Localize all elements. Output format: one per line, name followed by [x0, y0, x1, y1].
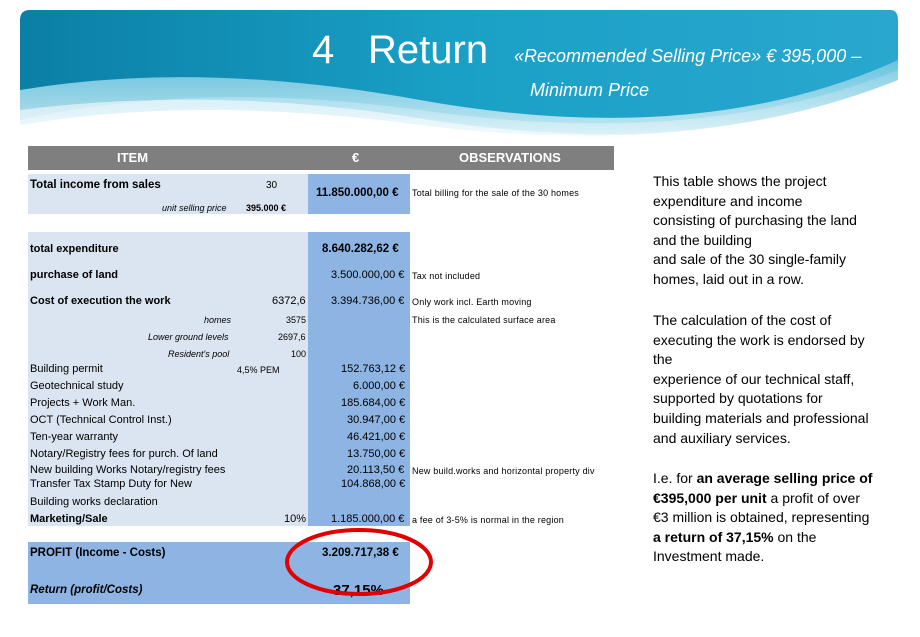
note-text: on the	[773, 528, 817, 545]
return-label: Return (profit/Costs)	[30, 584, 143, 596]
land-obs: Tax not included	[412, 271, 481, 281]
note-text: I.e. for	[653, 470, 697, 486]
header-item: ITEM	[117, 150, 149, 165]
note-text: a profit of over	[766, 489, 861, 506]
expenditure-value: 8.640.282,62 €	[322, 243, 399, 255]
note-bold: a return of 37,15%	[653, 528, 774, 545]
income-label: Total income from sales	[30, 179, 161, 191]
note-line: building materials and professional	[653, 409, 869, 426]
income-units: 30	[266, 180, 278, 191]
item-label-7: Transfer Tax Stamp Duty for New	[30, 478, 192, 490]
item-note-0: 4,5% PEM	[237, 365, 280, 375]
sub-homes-qty: 3575	[286, 315, 307, 325]
marketing-obs: a fee of 3-5% is normal in the region	[412, 515, 564, 525]
unit-price-value: 395.000 €	[246, 203, 287, 213]
item-label-8: Building works declaration	[30, 496, 158, 508]
sub-lower-label: Lower ground levels	[148, 332, 229, 342]
item-value-2: 185.684,00 €	[341, 397, 406, 409]
sub-lower-qty: 2697,6	[278, 332, 306, 342]
note-line: The calculation of the cost of	[653, 312, 832, 328]
note-line: €395,000 per unit a profit of over	[653, 489, 903, 509]
item-label-0: Building permit	[30, 363, 103, 375]
title-subtitle-line2: Minimum Price	[530, 80, 650, 100]
note-paragraph-1: This table shows the project expenditure…	[653, 172, 903, 290]
item-label-4: Ten-year warranty	[30, 431, 119, 443]
item-label-1: Geotechnical study	[30, 380, 124, 392]
item-obs-6: New build.works and horizontal property …	[412, 466, 595, 476]
land-value: 3.500.000,00 €	[331, 269, 405, 281]
item-value-0: 152.763,12 €	[341, 363, 406, 375]
header-euro: €	[352, 150, 360, 165]
note-line: executing the work is endorsed by	[653, 331, 865, 348]
note-line: a return of 37,15% on the	[653, 528, 903, 548]
title-banner	[20, 10, 898, 147]
note-line: This table shows the project	[653, 173, 827, 189]
item-value-3: 30.947,00 €	[347, 414, 406, 426]
item-value-7: 104.868,00 €	[341, 478, 406, 490]
title-subtitle-line1: «Recommended Selling Price» € 395,000 –	[514, 46, 862, 66]
item-label-3: OCT (Technical Control Inst.)	[30, 414, 172, 426]
highlight-ellipse	[285, 528, 433, 596]
item-label-6: New building Works Notary/registry fees	[30, 464, 226, 476]
marketing-value: 1.185.000,00 €	[331, 513, 405, 525]
execution-obs: Only work incl. Earth moving	[412, 297, 532, 307]
execution-value: 3.394.736,00 €	[331, 295, 405, 307]
note-line: experience of our technical staff,	[653, 370, 855, 387]
note-line: and auxiliary services.	[653, 429, 791, 446]
sub-pool-qty: 100	[291, 349, 307, 359]
title-word: Return	[368, 28, 489, 72]
unit-price-label: unit selling price	[162, 203, 227, 213]
item-value-6: 20.113,50 €	[347, 464, 405, 476]
note-paragraph-2: The calculation of the cost of executing…	[653, 311, 903, 448]
marketing-pct: 10%	[284, 513, 307, 525]
item-value-4: 46.421,00 €	[347, 431, 406, 443]
sub-pool-label: Resident's pool	[168, 349, 230, 359]
note-bold: an average selling price of	[696, 470, 873, 486]
header-observations: OBSERVATIONS	[459, 150, 561, 165]
expenditure-label: total expenditure	[30, 243, 119, 255]
note-line: I.e. for an average selling price of	[653, 469, 903, 489]
note-line: homes, laid out in a row.	[653, 270, 804, 287]
profit-label: PROFIT (Income - Costs)	[30, 547, 166, 559]
execution-qty: 6372,6	[272, 295, 306, 307]
execution-label: Cost of execution the work	[30, 295, 171, 307]
note-line: Investment made.	[653, 548, 765, 565]
note-line: consisting of purchasing the land	[653, 212, 857, 229]
note-line: €3 million is obtained, representing	[653, 509, 870, 526]
sub-homes-obs: This is the calculated surface area	[412, 315, 556, 325]
note-line: and sale of the 30 single-family	[653, 251, 846, 268]
note-bold: €395,000 per unit	[653, 489, 767, 506]
land-label: purchase of land	[30, 269, 119, 281]
marketing-label: Marketing/Sale	[30, 513, 108, 525]
item-label-5: Notary/Registry fees for purch. Of land	[30, 448, 218, 460]
note-line: and the building	[653, 231, 752, 248]
item-value-5: 13.750,00 €	[347, 448, 406, 460]
income-obs: Total billing for the sale of the 30 hom…	[412, 188, 579, 198]
note-line: supported by quotations for	[653, 390, 823, 407]
note-line: the	[653, 351, 673, 368]
item-value-1: 6.000,00 €	[353, 380, 405, 392]
income-value: 11.850.000,00 €	[316, 187, 399, 199]
note-paragraph-3: I.e. for an average selling price of €39…	[653, 469, 903, 567]
item-label-2: Projects + Work Man.	[30, 397, 136, 409]
title-number: 4	[312, 28, 335, 72]
note-line: expenditure and income	[653, 192, 803, 209]
sub-homes-label: homes	[204, 315, 232, 325]
